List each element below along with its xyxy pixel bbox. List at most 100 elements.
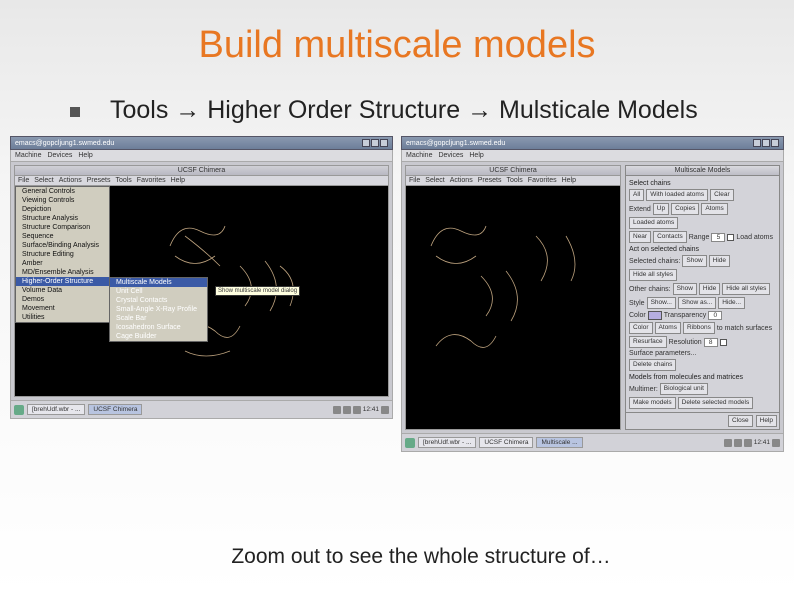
color-button[interactable]: Color xyxy=(629,322,653,334)
menu-select[interactable]: Select xyxy=(34,177,53,184)
tools-item[interactable]: Movement xyxy=(16,304,109,313)
menu-select[interactable]: Select xyxy=(425,177,444,184)
other-hide-all-button[interactable]: Hide all styles xyxy=(722,283,770,295)
near-button[interactable]: Near xyxy=(629,231,651,243)
delete-chains-button[interactable]: Delete chains xyxy=(629,359,676,371)
maximize-icon[interactable] xyxy=(762,139,770,147)
vm-menu-devices[interactable]: Devices xyxy=(438,152,463,159)
taskbar-item[interactable]: UCSF Chimera xyxy=(479,437,533,448)
other-hide-button[interactable]: Hide xyxy=(699,283,720,295)
tools-item[interactable]: Utilities xyxy=(16,313,109,322)
maximize-icon[interactable] xyxy=(371,139,379,147)
submenu-item[interactable]: Unit Cell xyxy=(110,287,207,296)
style-hide-button[interactable]: Hide... xyxy=(718,297,745,309)
tools-item[interactable]: Demos xyxy=(16,295,109,304)
load-atoms-checkbox[interactable] xyxy=(727,234,734,241)
start-icon[interactable] xyxy=(14,405,24,415)
delete-selected-models-button[interactable]: Delete selected models xyxy=(678,397,754,409)
menu-presets[interactable]: Presets xyxy=(478,177,502,184)
submenu-item[interactable]: Scale Bar xyxy=(110,314,207,323)
make-models-button[interactable]: Make models xyxy=(629,397,676,409)
menu-help[interactable]: Help xyxy=(562,177,576,184)
close-icon[interactable] xyxy=(380,139,388,147)
menu-presets[interactable]: Presets xyxy=(87,177,111,184)
vm-titlebar: emacs@gopcljung1.swmed.edu xyxy=(401,136,784,150)
tools-item[interactable]: Amber xyxy=(16,259,109,268)
transparency-input[interactable]: 0 xyxy=(708,311,722,320)
submenu-item[interactable]: Small-Angle X-Ray Profile xyxy=(110,305,207,314)
copies-button[interactable]: Copies xyxy=(671,203,699,215)
tools-item[interactable]: Viewing Controls xyxy=(16,196,109,205)
chimera-viewport[interactable] xyxy=(406,186,620,429)
help-button[interactable]: Help xyxy=(756,415,777,427)
tools-item[interactable]: MD/Ensemble Analysis xyxy=(16,268,109,277)
close-icon[interactable] xyxy=(771,139,779,147)
tools-item[interactable]: Volume Data xyxy=(16,286,109,295)
atoms-button[interactable]: Atoms xyxy=(701,203,727,215)
menu-favorites[interactable]: Favorites xyxy=(137,177,166,184)
vm-menu-help[interactable]: Help xyxy=(469,152,483,159)
with-loaded-button[interactable]: With loaded atoms xyxy=(646,189,708,201)
submenu-item[interactable]: Icosahedron Surface xyxy=(110,323,207,332)
tools-item[interactable]: Structure Analysis xyxy=(16,214,109,223)
hide-all-styles-button[interactable]: Hide all styles xyxy=(629,269,677,281)
other-show-button[interactable]: Show xyxy=(673,283,697,295)
menu-actions[interactable]: Actions xyxy=(59,177,82,184)
menu-tools[interactable]: Tools xyxy=(115,177,131,184)
up-button[interactable]: Up xyxy=(653,203,669,215)
resurface-button[interactable]: Resurface xyxy=(629,336,667,348)
chimera-viewport[interactable]: General Controls Viewing Controls Depict… xyxy=(15,186,388,396)
tray-icon[interactable] xyxy=(772,439,780,447)
ribbons-button[interactable]: Ribbons xyxy=(683,322,715,334)
taskbar-item[interactable]: UCSF Chimera xyxy=(88,404,142,415)
submenu-multiscale[interactable]: Multiscale Models xyxy=(110,278,207,287)
atoms-color-button[interactable]: Atoms xyxy=(655,322,681,334)
vm-menu-help[interactable]: Help xyxy=(78,152,92,159)
menu-favorites[interactable]: Favorites xyxy=(528,177,557,184)
taskbar-item[interactable]: [brehUdf.wbr - ... xyxy=(418,437,476,448)
range-input[interactable]: 5 xyxy=(711,233,725,242)
tray-icon[interactable] xyxy=(343,406,351,414)
multimer-dropdown[interactable]: Biological unit xyxy=(660,383,708,395)
clear-button[interactable]: Clear xyxy=(710,189,734,201)
surface-params-checkbox[interactable] xyxy=(720,339,727,346)
tools-item[interactable]: Structure Editing xyxy=(16,250,109,259)
menu-tools[interactable]: Tools xyxy=(506,177,522,184)
loaded-atoms-button[interactable]: Loaded atoms xyxy=(629,217,678,229)
vm-menu-machine[interactable]: Machine xyxy=(15,152,41,159)
color-swatch[interactable] xyxy=(648,311,662,320)
tray-icon[interactable] xyxy=(724,439,732,447)
submenu-item[interactable]: Cage Builder xyxy=(110,332,207,341)
tools-item[interactable]: Surface/Binding Analysis xyxy=(16,241,109,250)
style-show-as-button[interactable]: Show as... xyxy=(678,297,716,309)
tray-icon[interactable] xyxy=(744,439,752,447)
tools-item[interactable]: Sequence xyxy=(16,232,109,241)
all-button[interactable]: All xyxy=(629,189,644,201)
tray-icon[interactable] xyxy=(353,406,361,414)
show-button[interactable]: Show xyxy=(682,255,706,267)
close-button[interactable]: Close xyxy=(728,415,753,427)
vm-menu-devices[interactable]: Devices xyxy=(47,152,72,159)
minimize-icon[interactable] xyxy=(753,139,761,147)
hide-button[interactable]: Hide xyxy=(709,255,730,267)
tray-icon[interactable] xyxy=(381,406,389,414)
tools-item[interactable]: General Controls xyxy=(16,187,109,196)
contacts-button[interactable]: Contacts xyxy=(653,231,687,243)
style-show-button[interactable]: Show... xyxy=(647,297,676,309)
minimize-icon[interactable] xyxy=(362,139,370,147)
menu-file[interactable]: File xyxy=(18,177,29,184)
resolution-input[interactable]: 8 xyxy=(704,338,718,347)
tools-item[interactable]: Depiction xyxy=(16,205,109,214)
vm-menu-machine[interactable]: Machine xyxy=(406,152,432,159)
menu-help[interactable]: Help xyxy=(171,177,185,184)
tools-item-higher-order[interactable]: Higher-Order Structure Multiscale Models… xyxy=(16,277,109,286)
menu-file[interactable]: File xyxy=(409,177,420,184)
submenu-item[interactable]: Crystal Contacts xyxy=(110,296,207,305)
menu-actions[interactable]: Actions xyxy=(450,177,473,184)
taskbar-item[interactable]: Multiscale ... xyxy=(536,437,582,448)
start-icon[interactable] xyxy=(405,438,415,448)
tray-icon[interactable] xyxy=(333,406,341,414)
tools-item[interactable]: Structure Comparison xyxy=(16,223,109,232)
tray-icon[interactable] xyxy=(734,439,742,447)
taskbar-item[interactable]: [brehUdf.wbr - ... xyxy=(27,404,85,415)
